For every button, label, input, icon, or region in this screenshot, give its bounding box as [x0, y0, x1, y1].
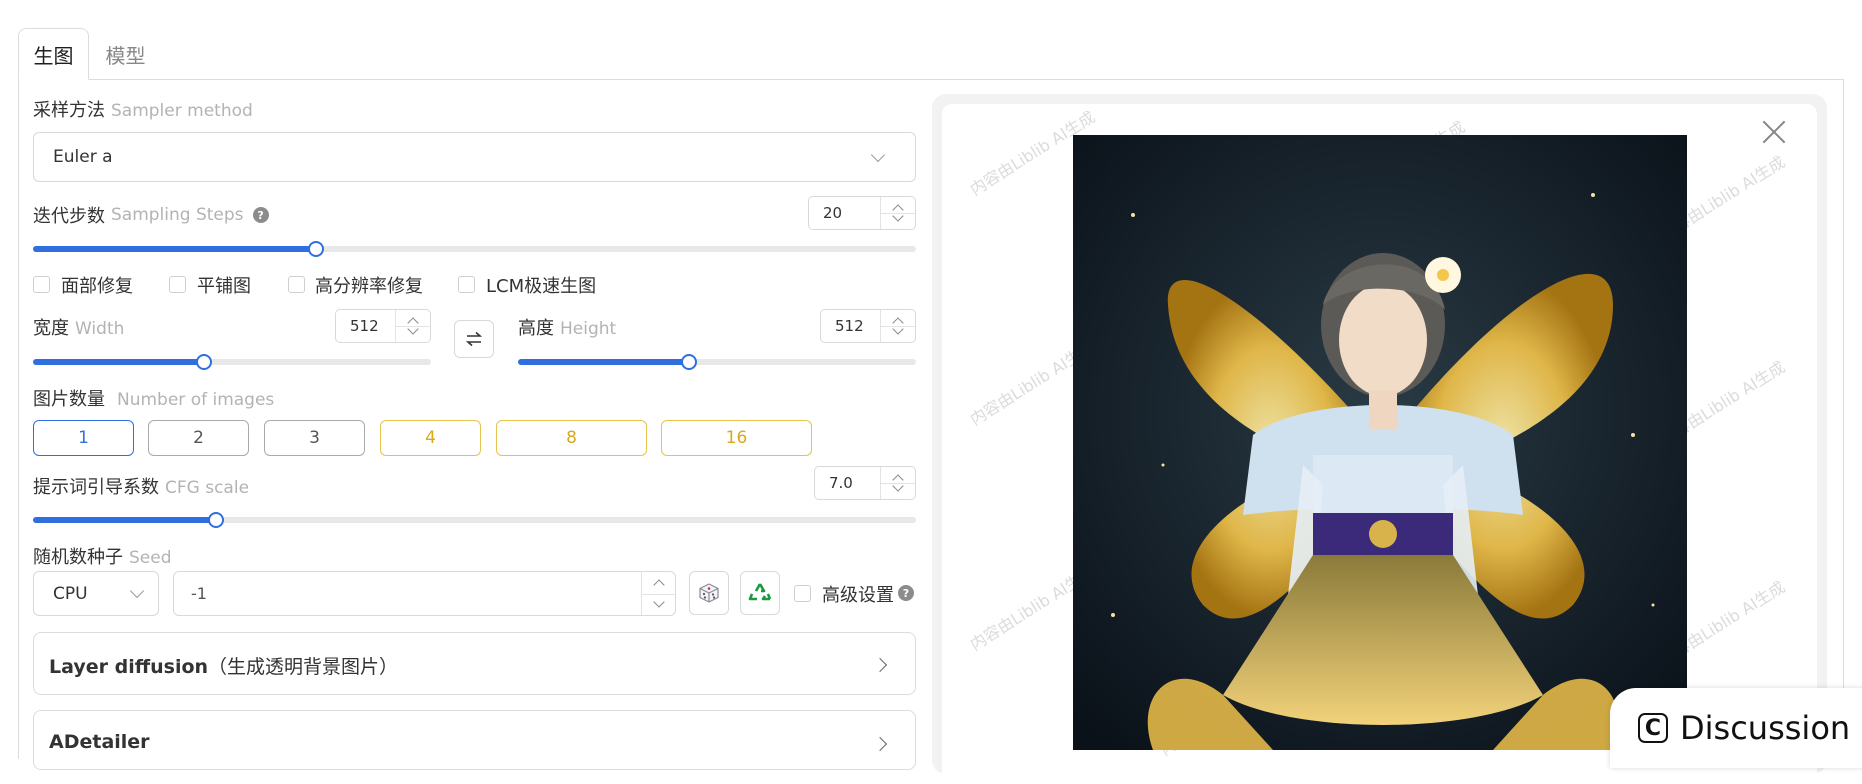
cfg-slider[interactable]	[33, 512, 916, 528]
seed-device-value: CPU	[53, 583, 88, 604]
face-restore-checkbox[interactable]	[33, 276, 50, 293]
cfg-slider-fill	[33, 517, 216, 523]
width-slider[interactable]	[33, 354, 431, 370]
height-slider[interactable]	[518, 354, 916, 370]
height-label-en: Height	[560, 319, 617, 339]
cfg-label: 提示词引导系数 CFG scale	[33, 473, 249, 499]
recycle-icon	[748, 583, 772, 601]
image-count-2[interactable]: 2	[148, 420, 249, 456]
seed-label: 随机数种子 Seed	[33, 543, 172, 569]
chevron-right-icon	[872, 736, 888, 752]
steps-slider-thumb[interactable]	[308, 241, 324, 257]
images-label: 图片数量 Number of images	[33, 385, 274, 411]
steps-value: 20	[823, 204, 843, 222]
seed-value: -1	[191, 584, 207, 603]
tiling-label: 平铺图	[197, 276, 251, 297]
width-label: 宽度 Width	[33, 314, 124, 340]
sampler-select[interactable]: Euler a	[33, 132, 916, 182]
swap-dimensions-button[interactable]	[454, 320, 494, 358]
chevron-right-icon	[872, 657, 888, 673]
seed-label-en: Seed	[129, 548, 172, 568]
discussion-button[interactable]: C Discussion	[1610, 688, 1862, 768]
sampler-value: Euler a	[53, 147, 113, 167]
hires-fix-label: 高分辨率修复	[315, 276, 423, 297]
layer-diffusion-section[interactable]: Layer diffusion（生成透明背景图片）	[33, 632, 916, 695]
chevron-down-icon	[870, 147, 886, 163]
seed-input[interactable]: -1	[173, 571, 676, 616]
steps-slider-fill	[33, 246, 316, 252]
reuse-seed-button[interactable]	[740, 571, 780, 615]
width-slider-thumb[interactable]	[196, 354, 212, 370]
lcm-checkbox[interactable]	[458, 276, 475, 293]
random-seed-button[interactable]	[689, 571, 729, 615]
image-count-4[interactable]: 4	[380, 420, 481, 456]
steps-label-en: Sampling Steps	[111, 205, 244, 225]
height-stepper[interactable]	[880, 310, 915, 342]
height-value: 512	[835, 317, 864, 335]
seed-stepper[interactable]	[641, 572, 675, 615]
tab-generate[interactable]: 生图	[18, 28, 89, 80]
steps-input[interactable]: 20	[808, 196, 916, 230]
adetailer-section[interactable]: ADetailer	[33, 710, 916, 770]
width-value: 512	[350, 317, 379, 335]
cfg-label-en: CFG scale	[165, 478, 250, 498]
sampler-label-en: Sampler method	[111, 101, 253, 121]
images-label-en: Number of images	[117, 390, 275, 410]
width-slider-fill	[33, 359, 204, 365]
width-stepper[interactable]	[395, 310, 430, 342]
cfg-input[interactable]: 7.0	[814, 466, 916, 500]
tiling-checkbox[interactable]	[169, 276, 186, 293]
height-label-zh: 高度	[518, 318, 554, 339]
height-input[interactable]: 512	[820, 309, 916, 343]
cfg-stepper[interactable]	[880, 467, 915, 499]
cfg-slider-thumb[interactable]	[208, 512, 224, 528]
lcm-label: LCM极速生图	[486, 276, 597, 297]
dice-icon	[699, 583, 719, 603]
seed-device-select[interactable]: CPU	[33, 571, 159, 616]
generated-image[interactable]	[1073, 135, 1687, 750]
width-label-en: Width	[75, 319, 125, 339]
steps-slider[interactable]	[33, 241, 916, 257]
advanced-settings-checkbox[interactable]	[794, 585, 811, 602]
layer-diffusion-title-en: Layer diffusion	[49, 656, 209, 678]
chevron-down-icon	[129, 583, 145, 599]
help-icon[interactable]: ?	[898, 585, 914, 601]
width-label-zh: 宽度	[33, 318, 69, 339]
help-icon[interactable]: ?	[252, 207, 269, 223]
sampler-label-zh: 采样方法	[33, 100, 105, 121]
chevron-down-icon[interactable]	[653, 596, 665, 608]
layer-diffusion-title-zh: （生成透明背景图片）	[208, 656, 399, 678]
height-slider-fill	[518, 359, 689, 365]
height-label: 高度 Height	[518, 314, 616, 340]
seed-label-zh: 随机数种子	[33, 547, 123, 568]
hires-fix-checkbox[interactable]	[288, 276, 305, 293]
swap-arrows-icon	[465, 331, 483, 347]
images-label-zh: 图片数量	[33, 389, 105, 410]
tab-model[interactable]: 模型	[98, 28, 153, 80]
image-count-1[interactable]: 1	[33, 420, 134, 456]
sampler-label: 采样方法 Sampler method	[33, 96, 253, 122]
steps-label: 迭代步数 Sampling Steps ?	[33, 202, 269, 228]
image-count-16[interactable]: 16	[661, 420, 812, 456]
steps-label-zh: 迭代步数	[33, 206, 105, 227]
cfg-value: 7.0	[829, 474, 853, 492]
chevron-up-icon[interactable]	[653, 579, 665, 591]
steps-stepper[interactable]	[880, 197, 915, 229]
cfg-label-zh: 提示词引导系数	[33, 477, 159, 498]
face-restore-label: 面部修复	[61, 276, 133, 297]
width-input[interactable]: 512	[335, 309, 431, 343]
discussion-label: Discussion	[1680, 709, 1851, 747]
close-icon[interactable]	[1762, 120, 1786, 144]
layer-diffusion-title: Layer diffusion（生成透明背景图片）	[49, 652, 398, 679]
generated-image-art	[1073, 135, 1687, 750]
advanced-settings-label: 高级设置	[822, 585, 894, 606]
image-count-3[interactable]: 3	[264, 420, 365, 456]
image-count-8[interactable]: 8	[496, 420, 647, 456]
height-slider-thumb[interactable]	[681, 354, 697, 370]
copyright-icon: C	[1638, 713, 1668, 743]
